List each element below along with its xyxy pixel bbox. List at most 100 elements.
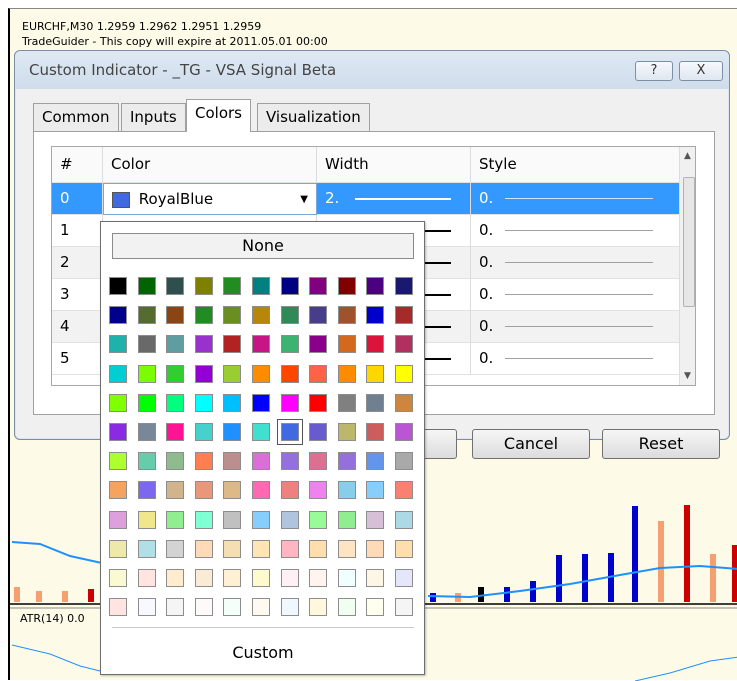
color-swatch[interactable] [138,335,156,353]
color-swatch[interactable] [252,598,270,616]
tab-common[interactable]: Common [33,103,119,131]
color-swatch[interactable] [252,306,270,324]
color-swatch[interactable] [281,365,299,383]
color-swatch[interactable] [395,277,413,295]
color-swatch[interactable] [309,511,327,529]
style-cell[interactable]: 0. [471,343,679,375]
color-swatch[interactable] [366,277,384,295]
color-swatch[interactable] [252,335,270,353]
color-swatch[interactable] [338,569,356,587]
grid-scrollbar[interactable]: ▲ ▼ [679,147,695,385]
color-swatch[interactable] [338,540,356,558]
width-cell[interactable]: 2. [317,183,471,215]
color-swatch[interactable] [366,365,384,383]
color-swatch[interactable] [138,423,156,441]
color-swatch[interactable] [338,394,356,412]
color-swatch[interactable] [338,365,356,383]
close-button[interactable]: X [679,61,723,81]
color-swatch[interactable] [138,511,156,529]
color-swatch[interactable] [109,423,127,441]
color-swatch[interactable] [309,423,327,441]
color-swatch[interactable] [395,481,413,499]
color-swatch[interactable] [138,598,156,616]
none-color-button[interactable]: None [112,233,414,259]
color-swatch[interactable] [195,481,213,499]
color-swatch[interactable] [366,306,384,324]
color-swatch[interactable] [252,394,270,412]
color-swatch[interactable] [252,452,270,470]
color-swatch[interactable] [109,277,127,295]
color-swatch[interactable] [252,423,270,441]
color-swatch[interactable] [395,306,413,324]
color-swatch[interactable] [366,452,384,470]
scroll-down-icon[interactable]: ▼ [684,371,691,381]
style-cell[interactable]: 0. [471,279,679,311]
color-swatch[interactable] [395,540,413,558]
color-swatch[interactable] [395,335,413,353]
color-swatch[interactable] [109,452,127,470]
color-swatch[interactable] [281,277,299,295]
color-swatch[interactable] [252,365,270,383]
color-swatch[interactable] [395,569,413,587]
color-swatch[interactable] [252,277,270,295]
color-swatch[interactable] [309,306,327,324]
color-swatch[interactable] [338,335,356,353]
color-swatch[interactable] [366,481,384,499]
color-swatch[interactable] [223,365,241,383]
color-swatch[interactable] [138,481,156,499]
color-swatch[interactable] [338,423,356,441]
color-swatch[interactable] [109,598,127,616]
color-swatch[interactable] [166,423,184,441]
color-swatch[interactable] [195,306,213,324]
color-swatch[interactable] [309,540,327,558]
color-swatch[interactable] [109,365,127,383]
color-swatch[interactable] [223,423,241,441]
color-swatch[interactable] [223,452,241,470]
color-swatch[interactable] [166,481,184,499]
color-swatch[interactable] [223,569,241,587]
color-swatch[interactable] [109,569,127,587]
color-swatch[interactable] [223,335,241,353]
color-swatch[interactable] [395,452,413,470]
color-swatch[interactable] [281,306,299,324]
color-swatch[interactable] [309,452,327,470]
color-swatch[interactable] [309,598,327,616]
color-swatch[interactable] [366,394,384,412]
color-swatch[interactable] [195,335,213,353]
color-swatch[interactable] [138,540,156,558]
color-swatch[interactable] [195,452,213,470]
color-swatch[interactable] [281,511,299,529]
color-swatch[interactable] [166,306,184,324]
color-swatch[interactable] [338,598,356,616]
color-swatch[interactable] [166,365,184,383]
color-swatch[interactable] [166,540,184,558]
table-row[interactable]: 0 RoyalBlue ▼ 2. 0. [52,183,679,215]
color-swatch[interactable] [195,511,213,529]
color-swatch[interactable] [138,394,156,412]
color-swatch[interactable] [281,335,299,353]
color-swatch[interactable] [366,511,384,529]
scroll-up-icon[interactable]: ▲ [684,151,691,161]
color-swatch[interactable] [281,598,299,616]
color-swatch[interactable] [223,598,241,616]
color-swatch[interactable] [223,277,241,295]
col-header-style[interactable]: Style [471,147,679,183]
color-swatch[interactable] [166,598,184,616]
chevron-down-icon[interactable]: ▼ [300,184,308,214]
color-swatch[interactable] [109,335,127,353]
color-swatch[interactable] [195,277,213,295]
color-swatch[interactable] [138,452,156,470]
style-cell[interactable]: 0. [471,247,679,279]
color-swatch[interactable] [338,277,356,295]
color-swatch[interactable] [166,569,184,587]
color-swatch[interactable] [252,481,270,499]
color-swatch[interactable] [195,423,213,441]
color-swatch[interactable] [309,335,327,353]
color-swatch[interactable] [195,394,213,412]
color-swatch[interactable] [395,394,413,412]
color-swatch[interactable] [138,277,156,295]
color-swatch[interactable] [109,540,127,558]
color-swatch[interactable] [252,511,270,529]
color-swatch[interactable] [281,569,299,587]
color-swatch[interactable] [195,598,213,616]
